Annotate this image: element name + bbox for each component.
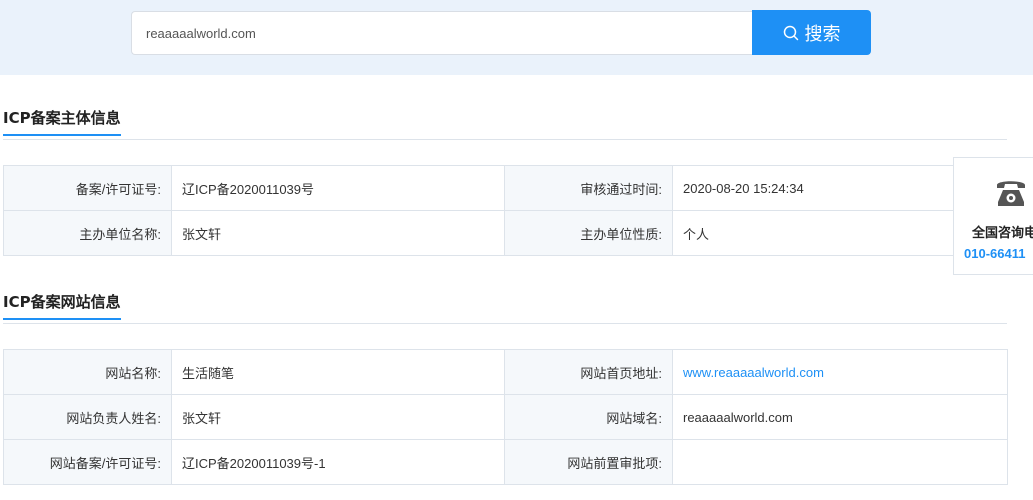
search-input[interactable] [131, 11, 752, 55]
table-row: 主办单位名称: 张文轩 主办单位性质: 个人 [3, 210, 1008, 256]
table-row: 网站负责人姓名: 张文轩 网站域名: reaaaaalworld.com [3, 394, 1008, 440]
search-button[interactable]: 搜索 [752, 10, 871, 55]
contact-panel[interactable]: 全国咨询电 010-66411 [953, 157, 1033, 275]
table-row: 备案/许可证号: 辽ICP备2020011039号 审核通过时间: 2020-0… [3, 165, 1008, 211]
site-owner-value: 张文轩 [171, 394, 505, 440]
pre-approval-value [672, 439, 1008, 485]
site-owner-label: 网站负责人姓名: [3, 394, 172, 440]
site-domain-label: 网站域名: [504, 394, 673, 440]
section-divider [3, 323, 1007, 324]
search-band: 搜索 [0, 0, 1033, 75]
search-icon [783, 25, 798, 40]
site-domain-value: reaaaaalworld.com [672, 394, 1008, 440]
table-row: 网站名称: 生活随笔 网站首页地址: www.reaaaaalworld.com [3, 349, 1008, 395]
subject-section-title: ICP备案主体信息 [3, 108, 121, 136]
subject-info-table: 备案/许可证号: 辽ICP备2020011039号 审核通过时间: 2020-0… [3, 165, 1008, 256]
site-url-link[interactable]: www.reaaaaalworld.com [683, 365, 824, 380]
approval-time-label: 审核通过时间: [504, 165, 673, 211]
site-section-title: ICP备案网站信息 [3, 292, 121, 320]
section-divider [3, 139, 1007, 140]
phone-icon [997, 181, 1025, 206]
sponsor-name-value: 张文轩 [171, 210, 505, 256]
license-number-label: 备案/许可证号: [3, 165, 172, 211]
site-url-cell: www.reaaaaalworld.com [672, 349, 1008, 395]
search-button-label: 搜索 [804, 23, 841, 45]
site-url-label: 网站首页地址: [504, 349, 673, 395]
license-number-value: 辽ICP备2020011039号 [171, 165, 505, 211]
site-license-value: 辽ICP备2020011039号-1 [171, 439, 505, 485]
contact-title: 全国咨询电 [972, 226, 1033, 241]
contact-number[interactable]: 010-66411 [964, 246, 1025, 261]
site-name-label: 网站名称: [3, 349, 172, 395]
table-row: 网站备案/许可证号: 辽ICP备2020011039号-1 网站前置审批项: [3, 439, 1008, 485]
sponsor-name-label: 主办单位名称: [3, 210, 172, 256]
pre-approval-label: 网站前置审批项: [504, 439, 673, 485]
site-license-label: 网站备案/许可证号: [3, 439, 172, 485]
site-name-value: 生活随笔 [171, 349, 505, 395]
sponsor-type-label: 主办单位性质: [504, 210, 673, 256]
site-info-table: 网站名称: 生活随笔 网站首页地址: www.reaaaaalworld.com… [3, 349, 1008, 485]
